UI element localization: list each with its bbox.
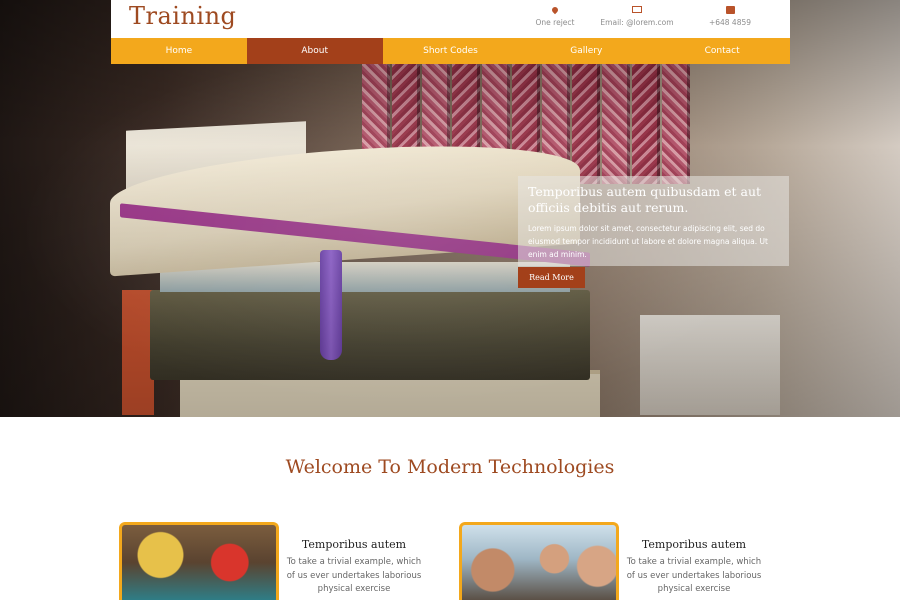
phone-icon xyxy=(675,6,785,15)
hero-caption-text: Lorem ipsum dolor sit amet, consectetur … xyxy=(528,224,768,259)
section-heading: Welcome To Modern Technologies xyxy=(285,456,615,478)
feature-image-classroom xyxy=(459,522,619,600)
nav-item-short-codes[interactable]: Short Codes xyxy=(383,38,519,64)
feature-title: Temporibus autem xyxy=(301,538,407,551)
feature-desc: To take a trivial example, which of us e… xyxy=(626,557,762,594)
contact-phone: +648 4859 xyxy=(675,6,785,27)
read-more-button[interactable]: Read More xyxy=(518,267,585,288)
contact-location-text: One reject xyxy=(535,18,575,27)
hero-caption-title: Temporibus autem quibusdam et aut offici… xyxy=(528,184,762,215)
feature-image-students xyxy=(119,522,279,600)
nav-item-contact[interactable]: Contact xyxy=(654,38,790,64)
feature-card: Temporibus autem To take a trivial examp… xyxy=(624,538,764,597)
hero-caption: Temporibus autem quibusdam et aut offici… xyxy=(518,176,789,266)
nav-item-gallery[interactable]: Gallery xyxy=(518,38,654,64)
main-nav: Home About Short Codes Gallery Contact xyxy=(111,38,790,64)
contact-phone-text[interactable]: +648 4859 xyxy=(709,18,751,27)
feature-title: Temporibus autem xyxy=(641,538,747,551)
nav-item-about[interactable]: About xyxy=(246,38,383,64)
feature-card: Temporibus autem To take a trivial examp… xyxy=(284,538,424,597)
contact-email-text[interactable]: Email: @lorem.com xyxy=(600,18,673,27)
feature-desc: To take a trivial example, which of us e… xyxy=(286,557,422,594)
site-logo[interactable]: Training xyxy=(129,2,236,30)
site-header: Training One reject Email: @lorem.com +6… xyxy=(111,0,790,38)
nav-item-home[interactable]: Home xyxy=(111,38,247,64)
